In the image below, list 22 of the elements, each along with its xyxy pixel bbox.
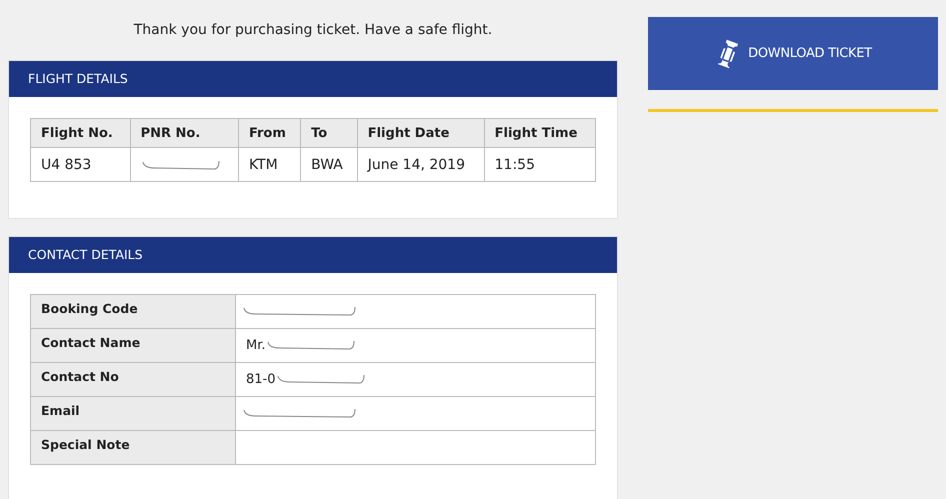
column-header: Flight Date [357,118,484,148]
column-header: From [238,118,301,148]
column-header: To [300,118,358,148]
column-header: Flight Time [484,118,596,148]
table-cell: KTM [238,148,301,182]
table-cell: 11:55 [484,148,596,182]
field-label: Email [30,396,236,430]
field-label: Special Note [30,430,236,464]
column-header: PNR No. [130,118,238,148]
section-title: CONTACT DETAILS [9,237,617,273]
field-label: Contact No [30,362,236,396]
field-label: Contact Name [30,328,236,362]
table-cell: BWA [300,148,358,182]
section-title: FLIGHT DETAILS [9,61,617,97]
table-cell: June 14, 2019 [357,148,484,182]
table-cell: U4 853 [30,148,130,182]
thank-you-message: Thank you for purchasing ticket. Have a safe flight. [132,21,494,40]
field-value: Mr. [236,328,596,362]
column-header: Flight No. [30,118,130,148]
field-label: Booking Code [30,294,236,328]
download-ticket-button[interactable]: DOWNLOAD TICKET [648,17,938,90]
field-value: 81-0 [236,362,596,396]
